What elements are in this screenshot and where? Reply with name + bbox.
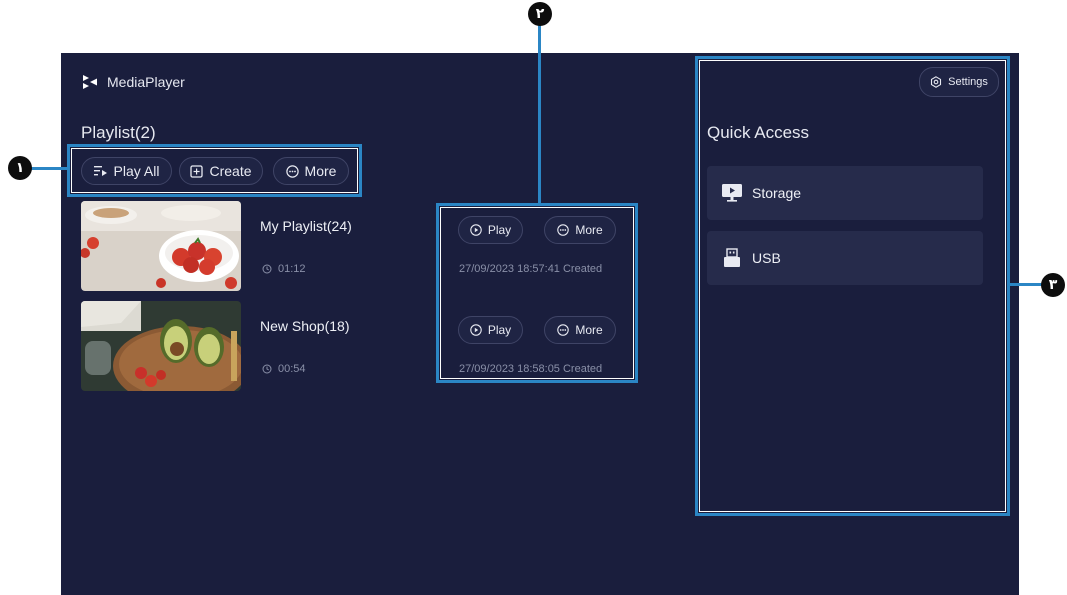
duration-text: 01:12 xyxy=(278,263,306,275)
duration-text: 00:54 xyxy=(278,363,306,375)
tomato-bowl-image xyxy=(81,201,241,291)
callout-box-item-actions xyxy=(436,203,638,383)
playlist-thumbnail[interactable] xyxy=(81,201,241,291)
clock-icon xyxy=(262,264,272,274)
callout-badge-2: ٢ xyxy=(528,2,552,26)
callout-box-quick-access xyxy=(695,56,1010,516)
playlist-heading: Playlist(2) xyxy=(81,123,156,142)
app-title: MediaPlayer xyxy=(107,74,185,90)
playlist-item-name[interactable]: My Playlist(24) xyxy=(260,218,352,234)
playlist-item-duration: 00:54 xyxy=(262,363,306,375)
callout-line xyxy=(1009,283,1043,286)
avocado-board-image xyxy=(81,301,241,391)
playlist-thumbnail[interactable] xyxy=(81,301,241,391)
callout-badge-1: ١ xyxy=(8,156,32,180)
playlist-item-duration: 01:12 xyxy=(262,263,306,275)
clock-icon xyxy=(262,364,272,374)
playlist-item-name[interactable]: New Shop(18) xyxy=(260,318,350,334)
callout-box-playlist-actions xyxy=(67,144,362,197)
app-header: MediaPlayer xyxy=(81,73,185,91)
callout-badge-3: ٣ xyxy=(1041,273,1065,297)
app-logo-icon xyxy=(83,75,97,89)
callout-line xyxy=(538,24,541,204)
callout-line xyxy=(30,167,68,170)
